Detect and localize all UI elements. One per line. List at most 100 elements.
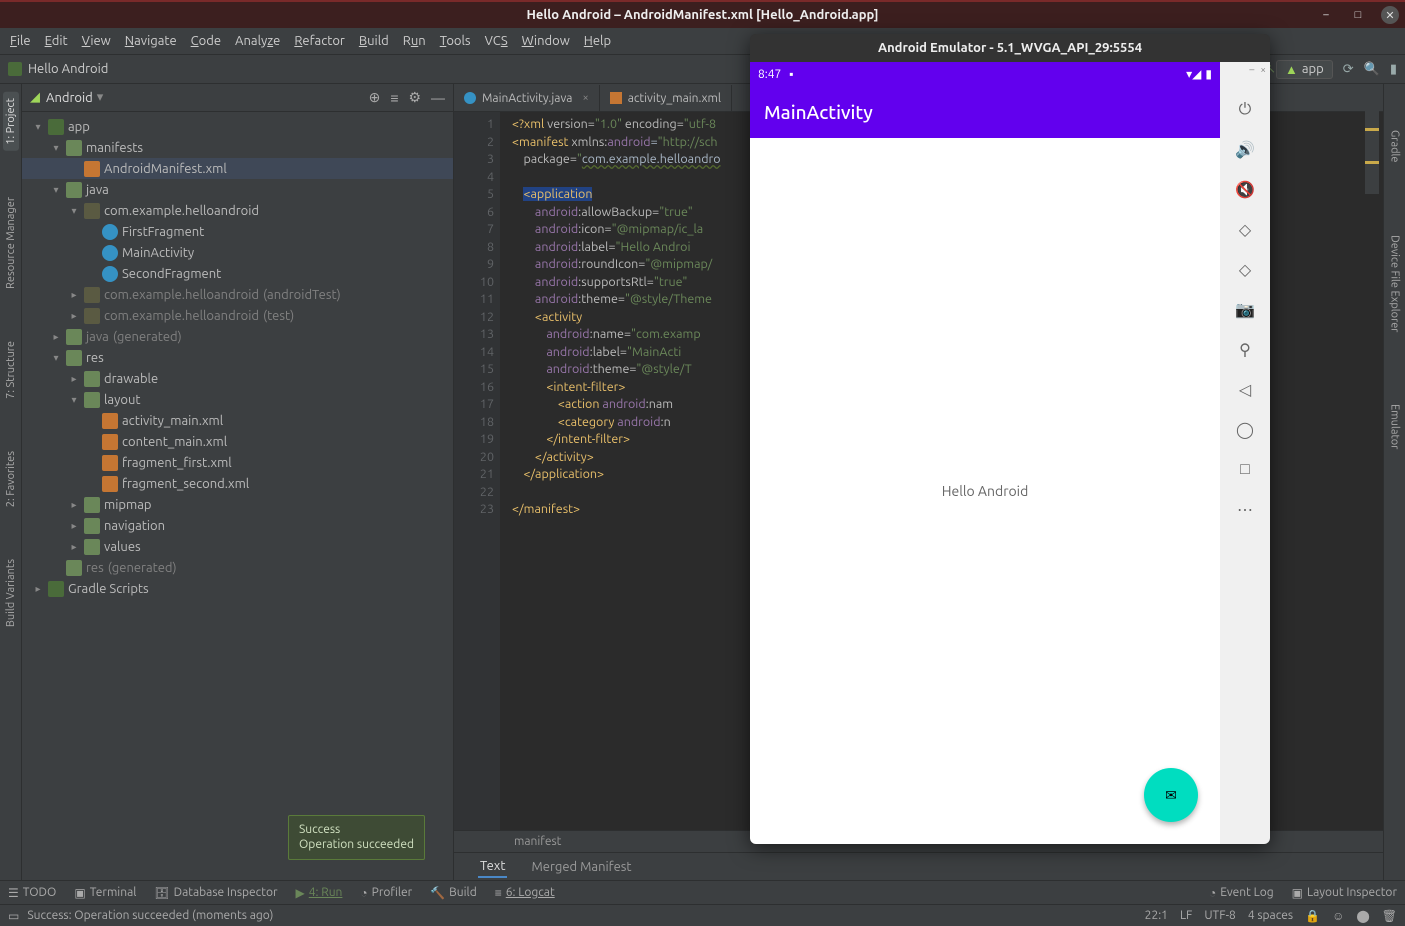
tab-gradle[interactable]: Gradle	[1387, 124, 1403, 169]
tree-row[interactable]: ▸Gradle Scripts	[22, 578, 453, 599]
bottom-layout-inspector[interactable]: ▣ Layout Inspector	[1292, 886, 1397, 900]
menu-analyze[interactable]: Analyze	[235, 34, 280, 48]
tree-row[interactable]: ▸navigation	[22, 515, 453, 536]
tab-resource-manager[interactable]: Resource Manager	[3, 191, 19, 295]
status-smiley-icon[interactable]: ☺	[1332, 909, 1344, 923]
tree-row[interactable]: content_main.xml	[22, 431, 453, 452]
menu-window[interactable]: Window	[522, 34, 570, 48]
hide-icon[interactable]: —	[431, 90, 445, 106]
bottom-build[interactable]: 🔨 Build	[430, 886, 477, 900]
menu-build[interactable]: Build	[359, 34, 389, 48]
emu-power-button[interactable]: ⏻	[1234, 98, 1256, 120]
emu-overview-button[interactable]: □	[1234, 458, 1256, 480]
run-config-selector[interactable]: ▲ app	[1276, 60, 1333, 79]
close-button[interactable]: ✕	[1381, 6, 1399, 24]
status-eol[interactable]: LF	[1180, 909, 1192, 922]
emu-volume-up-button[interactable]: 🔊	[1234, 138, 1256, 160]
menu-help[interactable]: Help	[584, 34, 611, 48]
tree-row[interactable]: res(generated)	[22, 557, 453, 578]
tree-row[interactable]: MainActivity	[22, 242, 453, 263]
tree-row[interactable]: ▾layout	[22, 389, 453, 410]
emu-minimize-button[interactable]: –	[1249, 64, 1254, 75]
minimize-button[interactable]: –	[1317, 6, 1335, 24]
emulator-screen[interactable]: 8:47 ▪ ▾◢ ▮ MainActivity Hello Android ✉	[750, 62, 1220, 844]
menu-run[interactable]: Run	[403, 34, 426, 48]
project-tree[interactable]: ▾app▾manifestsAndroidManifest.xml▾java▾c…	[22, 112, 453, 880]
project-view-selector[interactable]: Android	[46, 91, 93, 105]
tree-row[interactable]: SecondFragment	[22, 263, 453, 284]
status-trash-icon[interactable]: 🗑	[1382, 909, 1397, 923]
emu-back-button[interactable]: ◁	[1234, 378, 1256, 400]
tab-favorites[interactable]: 2: Favorites	[3, 445, 19, 513]
emu-rotate-left-button[interactable]: ◇	[1234, 218, 1256, 240]
tree-row[interactable]: ▸com.example.helloandroid(test)	[22, 305, 453, 326]
locate-icon[interactable]: ⊕	[369, 89, 381, 106]
emu-more-button[interactable]: ⋯	[1234, 498, 1256, 520]
maximize-button[interactable]: □	[1349, 6, 1367, 24]
emu-volume-down-button[interactable]: 🔇	[1234, 178, 1256, 200]
breadcrumb[interactable]: Hello Android	[28, 62, 108, 76]
fab-button[interactable]: ✉	[1144, 768, 1198, 822]
emulator-titlebar[interactable]: Android Emulator - 5.1_WVGA_API_29:5554	[750, 34, 1270, 62]
tree-row[interactable]: ▾manifests	[22, 137, 453, 158]
tree-row[interactable]: FirstFragment	[22, 221, 453, 242]
bottom-todo[interactable]: ☰ TODO	[8, 886, 56, 900]
menu-edit[interactable]: Edit	[45, 34, 68, 48]
menu-tools[interactable]: Tools	[440, 34, 471, 48]
emu-close-button[interactable]: ×	[1260, 64, 1266, 75]
tree-row[interactable]: ▾app	[22, 116, 453, 137]
bottom-logcat[interactable]: ≡ 6: Logcat	[495, 886, 555, 900]
tree-row[interactable]: ▾com.example.helloandroid	[22, 200, 453, 221]
emu-camera-button[interactable]: 📷	[1234, 298, 1256, 320]
menu-vcs[interactable]: VCS	[485, 34, 508, 48]
menu-refactor[interactable]: Refactor	[294, 34, 345, 48]
tab-device-file-explorer[interactable]: Device File Explorer	[1387, 229, 1403, 338]
tree-row[interactable]: ▸com.example.helloandroid(androidTest)	[22, 284, 453, 305]
tree-row[interactable]: ▾java	[22, 179, 453, 200]
error-stripe	[1365, 98, 1379, 194]
emulator-window[interactable]: Android Emulator - 5.1_WVGA_API_29:5554 …	[750, 34, 1270, 844]
tree-row[interactable]: ▸values	[22, 536, 453, 557]
menu-code[interactable]: Code	[191, 34, 221, 48]
status-encoding[interactable]: UTF-8	[1204, 909, 1235, 922]
menu-navigate[interactable]: Navigate	[125, 34, 177, 48]
tab-structure[interactable]: 7: Structure	[3, 335, 19, 405]
emu-rotate-right-button[interactable]: ◇	[1234, 258, 1256, 280]
profile-icon[interactable]: ▮	[1390, 62, 1397, 77]
tab-project[interactable]: 1: Project	[3, 92, 19, 151]
bottom-profiler[interactable]: ◔ Profiler	[360, 886, 412, 900]
tree-row[interactable]: ▸drawable	[22, 368, 453, 389]
expand-icon[interactable]: ≡	[390, 90, 398, 106]
tree-row[interactable]: activity_main.xml	[22, 410, 453, 431]
close-tab-icon[interactable]: ×	[582, 92, 588, 104]
tree-row[interactable]: fragment_first.xml	[22, 452, 453, 473]
tree-row[interactable]: ▸java(generated)	[22, 326, 453, 347]
tree-row[interactable]: ▸mipmap	[22, 494, 453, 515]
status-lock-icon[interactable]: 🔒	[1305, 909, 1320, 923]
code-content[interactable]: <?xml version="1.0" encoding="utf-8 <man…	[500, 112, 721, 830]
search-icon[interactable]: 🔍	[1364, 62, 1380, 77]
status-indent[interactable]: 4 spaces	[1248, 909, 1293, 922]
bottom-terminal[interactable]: ▣ Terminal	[74, 886, 136, 900]
settings-icon[interactable]: ⚙	[408, 89, 421, 106]
tab-activity-main[interactable]: activity_main.xml	[600, 85, 732, 111]
emu-home-button[interactable]: ◯	[1234, 418, 1256, 440]
tab-emulator[interactable]: Emulator	[1387, 398, 1403, 455]
tree-row[interactable]: ▾res	[22, 347, 453, 368]
status-position[interactable]: 22:1	[1145, 909, 1168, 922]
sync-icon[interactable]: ⟳	[1343, 62, 1354, 77]
bottom-event-log[interactable]: ◔ Event Log	[1209, 886, 1274, 900]
tree-row[interactable]: AndroidManifest.xml	[22, 158, 453, 179]
tab-mainactivity[interactable]: MainActivity.java ×	[454, 85, 600, 111]
tree-row[interactable]: fragment_second.xml	[22, 473, 453, 494]
menu-file[interactable]: File	[10, 34, 31, 48]
emu-zoom-button[interactable]: ⚲	[1234, 338, 1256, 360]
status-hide-icon[interactable]: ▭	[8, 909, 19, 923]
status-alert-icon[interactable]: ⬤	[1356, 909, 1369, 923]
bottom-database[interactable]: 🗄 Database Inspector	[154, 886, 277, 900]
menu-view[interactable]: View	[82, 34, 111, 48]
subtab-merged-manifest[interactable]: Merged Manifest	[531, 860, 631, 874]
tab-build-variants[interactable]: Build Variants	[3, 553, 19, 633]
bottom-run[interactable]: ▶ 4: Run	[296, 886, 343, 900]
subtab-text[interactable]: Text	[478, 856, 507, 878]
